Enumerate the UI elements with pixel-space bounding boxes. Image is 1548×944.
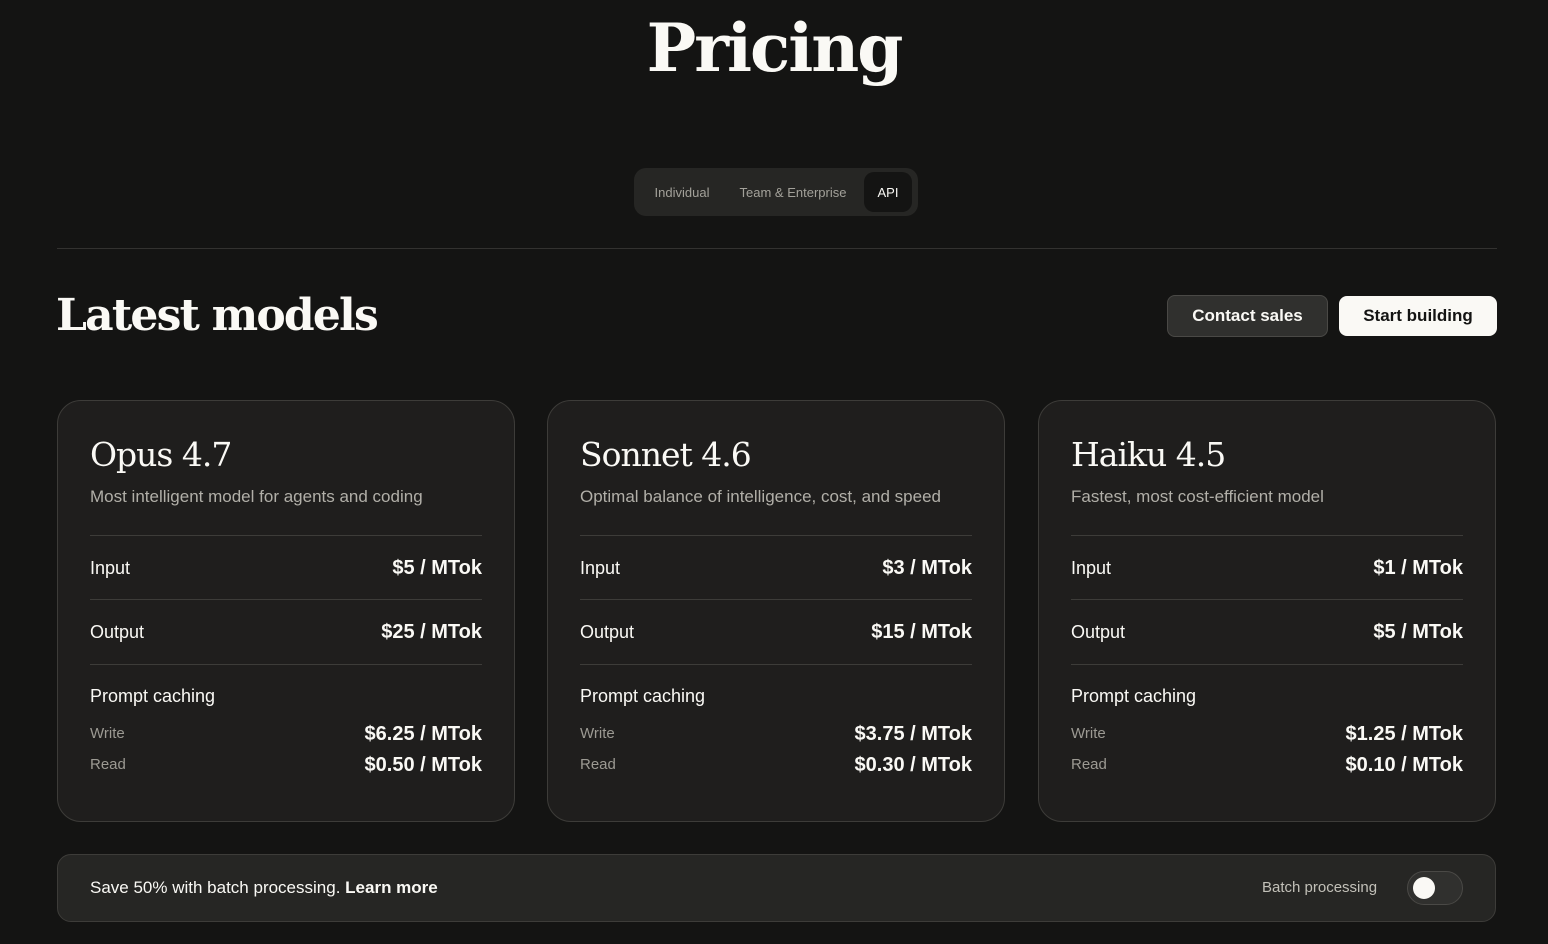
page-title: Pricing [646, 9, 904, 87]
input-label: Input [90, 558, 131, 578]
cache-write-price: $1.25 / MTok [1345, 723, 1463, 745]
cache-read-label: Read [580, 756, 616, 773]
cache-read-price: $0.50 / MTok [364, 754, 482, 776]
prompt-caching-label: Prompt caching [580, 686, 706, 706]
toggle-knob [1413, 877, 1435, 899]
tab-api[interactable]: API [864, 172, 912, 212]
model-card-haiku: Haiku 4.5 Fastest, most cost-efficient m… [1038, 400, 1496, 822]
card-divider [90, 664, 482, 665]
card-divider [1071, 599, 1463, 600]
batch-promo-text: Save 50% with batch processing. [90, 878, 341, 897]
output-label: Output [90, 622, 145, 642]
model-name: Haiku 4.5 [1071, 435, 1226, 474]
input-price: $5 / MTok [392, 557, 482, 579]
plan-tab-switcher: Individual Team & Enterprise API [634, 168, 918, 216]
card-divider [580, 599, 972, 600]
section-title: Latest models [56, 290, 379, 341]
model-name: Opus 4.7 [90, 435, 232, 474]
model-card-opus: Opus 4.7 Most intelligent model for agen… [57, 400, 515, 822]
input-price: $1 / MTok [1373, 557, 1463, 579]
prompt-caching-label: Prompt caching [90, 686, 216, 706]
cache-read-price: $0.30 / MTok [854, 754, 972, 776]
output-price: $25 / MTok [381, 621, 482, 643]
output-price: $5 / MTok [1373, 621, 1463, 643]
learn-more-link[interactable]: Learn more [345, 878, 438, 897]
cache-write-label: Write [580, 725, 615, 742]
model-description: Fastest, most cost-efficient model [1071, 487, 1324, 506]
cache-read-price: $0.10 / MTok [1345, 754, 1463, 776]
card-divider [580, 535, 972, 536]
cache-read-label: Read [1071, 756, 1107, 773]
tab-individual[interactable]: Individual [640, 172, 724, 212]
card-divider [90, 599, 482, 600]
cache-write-price: $3.75 / MTok [854, 723, 972, 745]
contact-sales-button[interactable]: Contact sales [1167, 295, 1328, 337]
card-divider [580, 664, 972, 665]
output-label: Output [1071, 622, 1126, 642]
input-label: Input [580, 558, 621, 578]
cache-write-label: Write [90, 725, 125, 742]
input-label: Input [1071, 558, 1112, 578]
cache-read-label: Read [90, 756, 126, 773]
tab-team-enterprise[interactable]: Team & Enterprise [724, 172, 862, 212]
prompt-caching-label: Prompt caching [1071, 686, 1197, 706]
section-divider [57, 248, 1497, 249]
output-price: $15 / MTok [871, 621, 972, 643]
model-card-sonnet: Sonnet 4.6 Optimal balance of intelligen… [547, 400, 1005, 822]
cache-write-label: Write [1071, 725, 1106, 742]
card-divider [1071, 664, 1463, 665]
batch-processing-label: Batch processing [1262, 879, 1378, 896]
model-description: Optimal balance of intelligence, cost, a… [580, 487, 942, 506]
batch-processing-toggle[interactable] [1407, 871, 1463, 905]
output-label: Output [580, 622, 635, 642]
cache-write-price: $6.25 / MTok [364, 723, 482, 745]
model-description: Most intelligent model for agents and co… [90, 487, 423, 506]
batch-processing-bar: Save 50% with batch processing. Learn mo… [57, 854, 1496, 922]
input-price: $3 / MTok [882, 557, 972, 579]
card-divider [1071, 535, 1463, 536]
model-name: Sonnet 4.6 [580, 435, 752, 474]
batch-promo: Save 50% with batch processing. Learn mo… [90, 877, 438, 899]
start-building-button[interactable]: Start building [1339, 296, 1497, 336]
card-divider [90, 535, 482, 536]
pricing-page: Pricing Individual Team & Enterprise API… [0, 0, 1548, 944]
